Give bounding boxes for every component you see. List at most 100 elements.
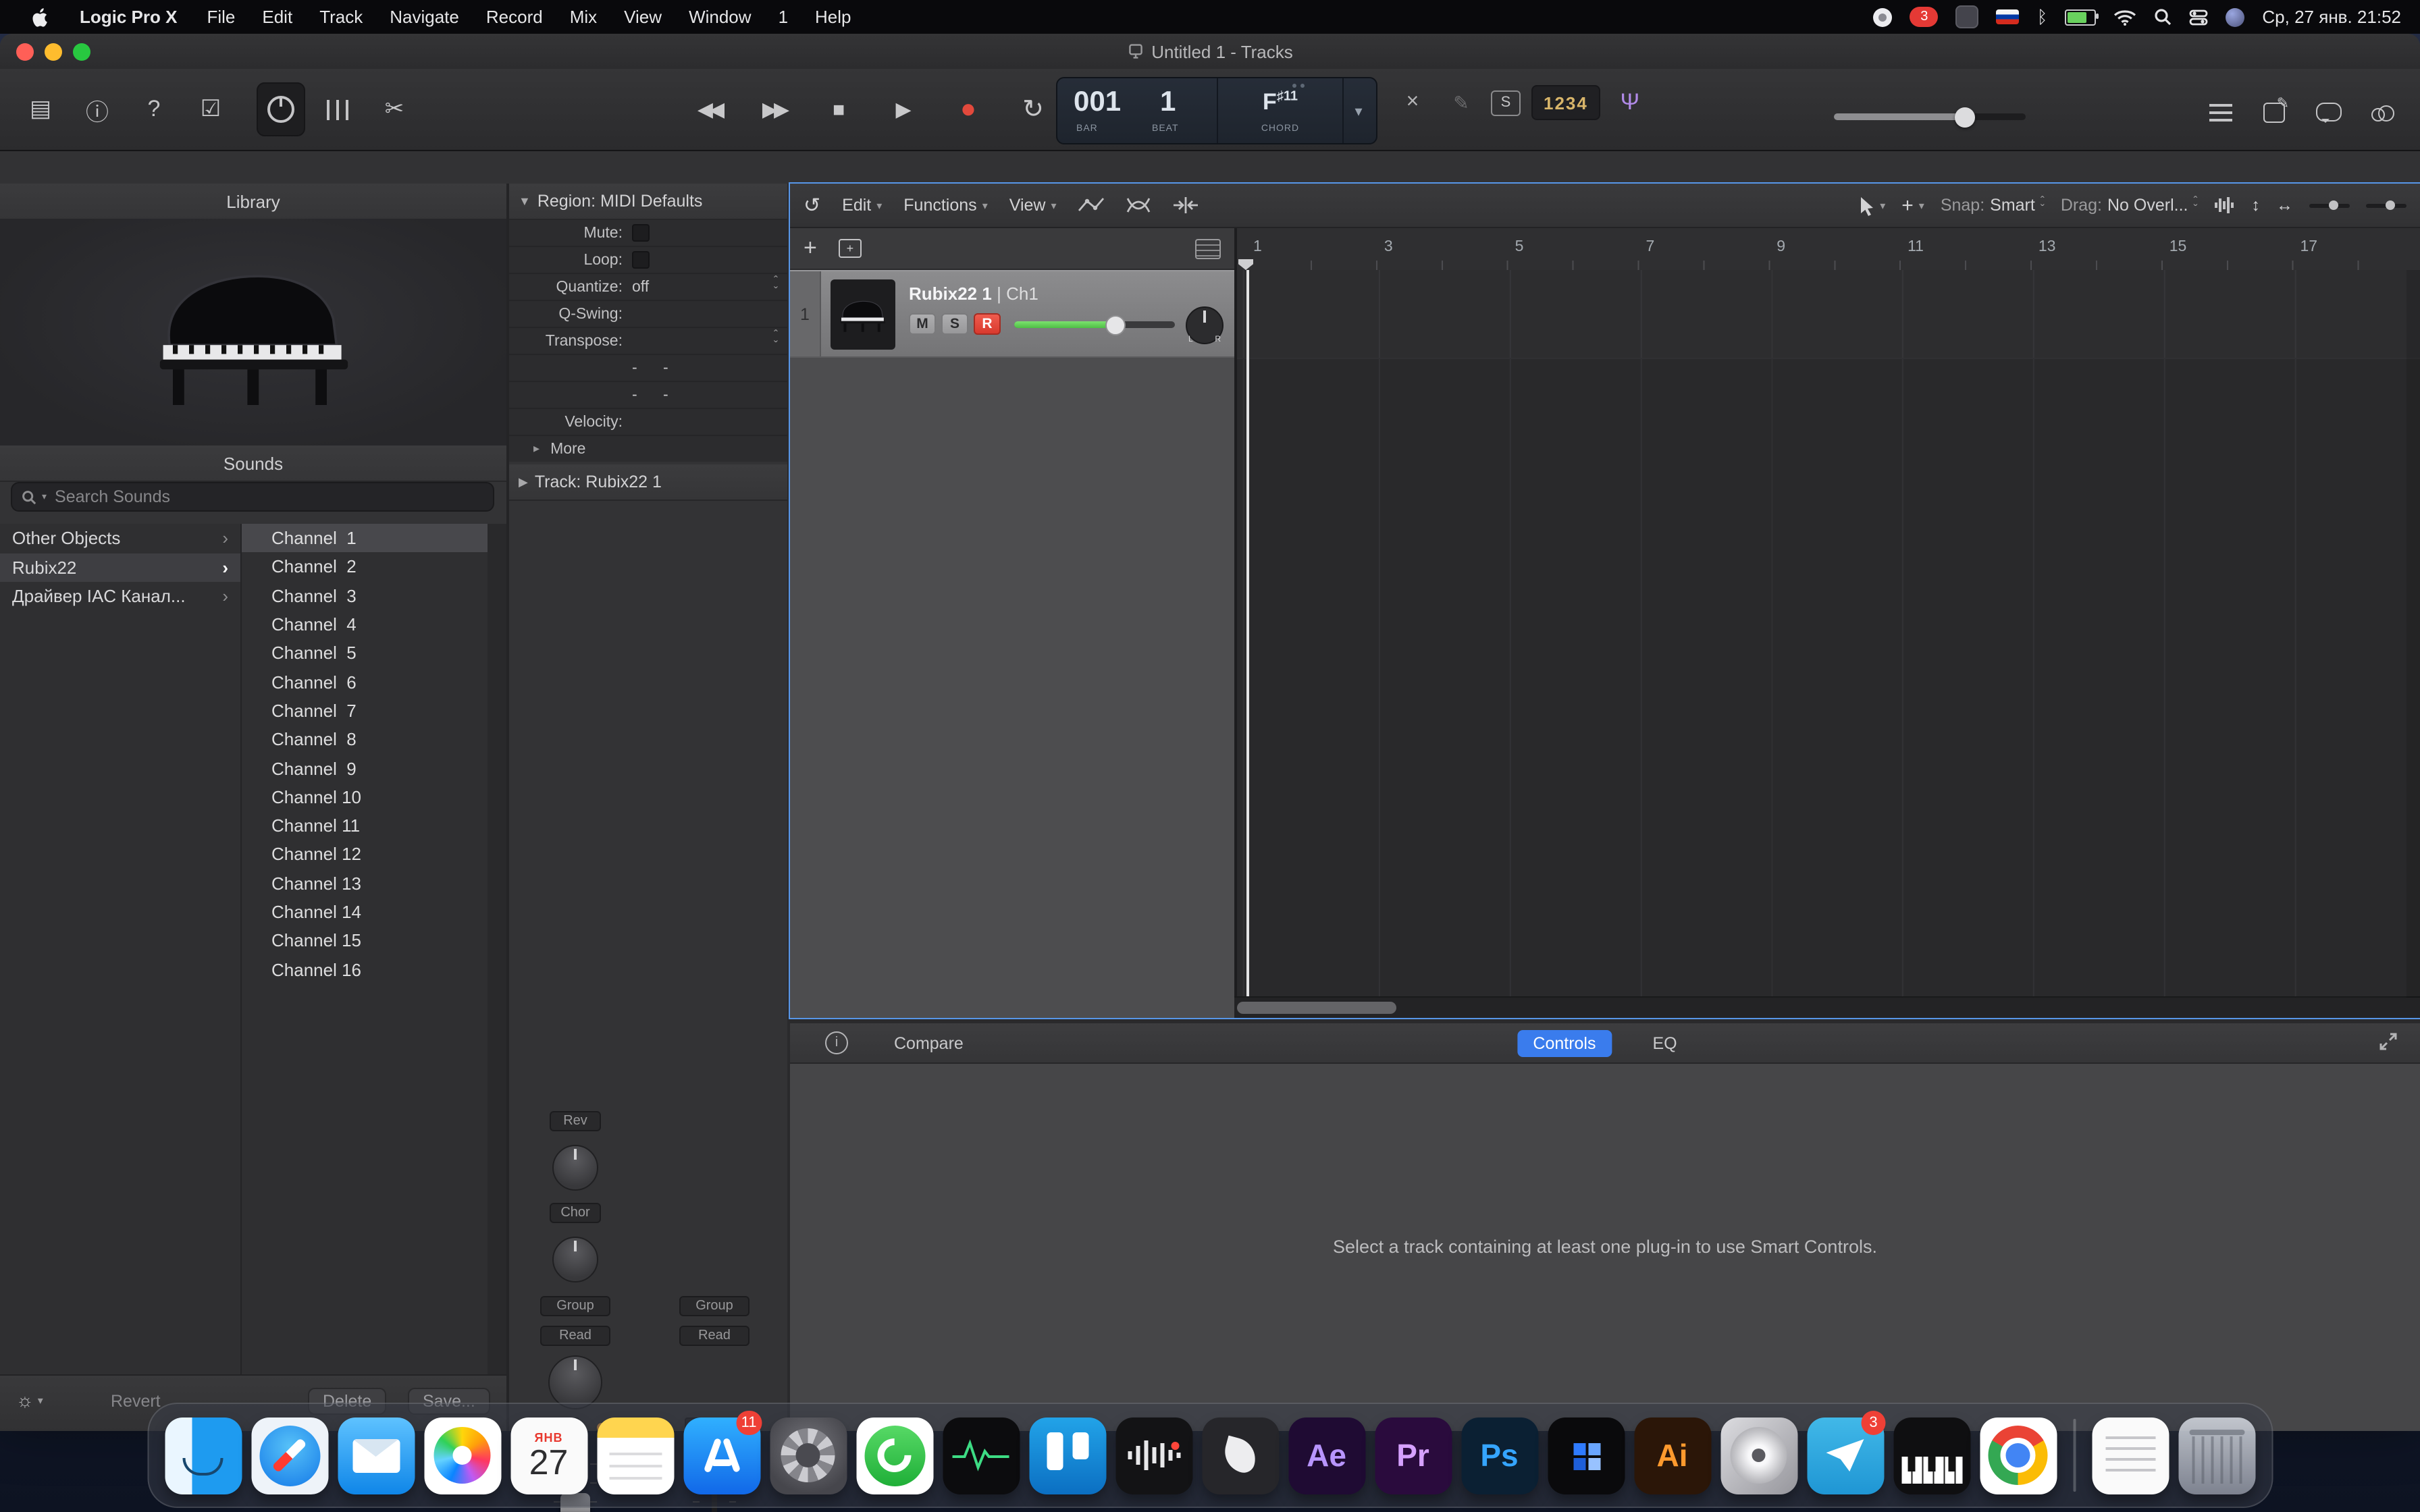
library-search-field[interactable]: ▾ <box>11 482 494 512</box>
scrollbar-thumb[interactable] <box>1237 1002 1396 1014</box>
track-list-background[interactable] <box>790 358 1234 1018</box>
library-channel-row[interactable]: Channel 4 <box>242 610 488 639</box>
apple-menu-icon[interactable] <box>19 0 63 34</box>
region-parameter-row[interactable]: ▸ Quantize: off ˆˇ <box>509 274 787 301</box>
menu-item[interactable]: Window <box>675 0 765 34</box>
count-in-button[interactable]: 1234 <box>1531 85 1600 120</box>
search-input[interactable] <box>52 486 483 508</box>
horizontal-zoom-icon[interactable]: ↔ <box>2276 196 2293 215</box>
reverb-send-knob[interactable] <box>552 1145 598 1191</box>
menu-item[interactable]: Record <box>473 0 556 34</box>
menu-item[interactable]: Edit <box>248 0 306 34</box>
lcd-display[interactable]: 001 1 BAR BEAT F♯11 CHORD ▾ <box>1056 77 1377 144</box>
dock-whatsapp[interactable] <box>854 1411 935 1500</box>
track-inspector-header[interactable]: ▶ Track: Rubix22 1 <box>509 464 787 501</box>
dock-audio-editor[interactable] <box>1113 1411 1194 1500</box>
bluetooth-icon[interactable]: ᛒ <box>2037 7 2048 27</box>
dock-chrome[interactable] <box>1978 1411 2059 1500</box>
quick-help-icon[interactable]: ? <box>130 82 178 136</box>
wifi-icon[interactable] <box>2113 9 2136 25</box>
secondary-tool-menu[interactable]: +▾ <box>1901 194 1924 217</box>
parameter-checkbox[interactable] <box>632 251 650 269</box>
loops-browser-icon[interactable] <box>2304 85 2352 139</box>
dock-illustrator[interactable]: Ai <box>1632 1411 1713 1500</box>
library-channel-row[interactable]: Channel 7 <box>242 697 488 726</box>
play-button[interactable]: ▶ <box>876 85 930 134</box>
parameter-checkbox[interactable] <box>632 224 650 242</box>
swirl-status-icon[interactable] <box>1874 7 1893 26</box>
track-volume-slider[interactable] <box>1014 321 1175 328</box>
library-channel-row[interactable]: Channel 10 <box>242 782 488 811</box>
library-channel-row[interactable]: Channel 3 <box>242 581 488 610</box>
library-channel-row[interactable]: Channel 8 <box>242 725 488 754</box>
parameter-value[interactable]: off <box>632 279 649 295</box>
inspector-toggle-icon[interactable]: ⓘ <box>73 82 122 136</box>
catch-playhead-icon[interactable]: ↺ <box>804 193 820 217</box>
lcd-mode-chevron[interactable]: ▾ <box>1342 78 1373 143</box>
region-inspector-header[interactable]: ▼ Region: MIDI Defaults <box>509 184 787 220</box>
dock-feather-app[interactable] <box>1200 1411 1281 1500</box>
region-parameter-row[interactable]: ▸ More ˆˇ <box>509 436 787 462</box>
drag-menu[interactable]: Drag: No Overl... ˆˇ <box>2061 196 2198 215</box>
lcd-chord-section[interactable]: F♯11 CHORD <box>1218 78 1342 143</box>
waveform-zoom-icon[interactable] <box>2214 196 2236 215</box>
dock-trash[interactable] <box>2177 1411 2258 1500</box>
dock-app-store[interactable]: 11 <box>681 1411 762 1500</box>
dock-trello[interactable] <box>1027 1411 1108 1500</box>
track-solo-button[interactable]: S <box>941 313 968 335</box>
minimize-button[interactable] <box>45 43 62 60</box>
title-bar[interactable]: Untitled 1 - Tracks <box>0 34 2420 70</box>
region-parameter-row[interactable]: ▸ Velocity: ˆˇ <box>509 409 787 436</box>
stepper-icon[interactable]: ˆˇ <box>774 329 778 351</box>
menu-item[interactable]: Help <box>801 0 865 34</box>
library-channel-row[interactable]: Channel 14 <box>242 898 488 927</box>
dock-safari[interactable] <box>249 1411 330 1500</box>
dock-calendar[interactable]: ЯНВ 27 <box>508 1411 589 1500</box>
metronome-button[interactable]: Ψ <box>1611 86 1649 119</box>
region-parameter-row[interactable]: ▸ - - ˆˇ <box>509 382 787 409</box>
forward-button[interactable]: ▶▶ <box>747 85 801 134</box>
menu-item[interactable]: View <box>610 0 675 34</box>
toolbar-toggle-icon[interactable]: ☑ <box>186 82 235 136</box>
automation-mode-button[interactable]: Read <box>679 1326 749 1346</box>
spotlight-search-icon[interactable] <box>2154 8 2172 26</box>
library-scrollbar[interactable] <box>488 524 506 1376</box>
lcd-position-section[interactable]: 001 1 BAR BEAT <box>1057 78 1218 143</box>
dock-premiere[interactable]: Pr <box>1373 1411 1454 1500</box>
disclosure-triangle-icon[interactable]: ▼ <box>519 194 531 208</box>
user-menu-icon[interactable] <box>2226 7 2244 26</box>
library-category-row[interactable]: Rubix22 › <box>0 553 240 582</box>
dock-textedit[interactable] <box>2090 1411 2172 1500</box>
chorus-send-button[interactable]: Chor <box>550 1203 601 1223</box>
dock-pixel-app[interactable] <box>1546 1411 1627 1500</box>
timeline[interactable] <box>1234 270 2420 998</box>
region-parameter-row[interactable]: ▸ Loop: ˆˇ <box>509 247 787 274</box>
dock-notes[interactable] <box>595 1411 676 1500</box>
dock-mail[interactable] <box>336 1411 417 1500</box>
region-parameter-row[interactable]: ▸ Mute: ˆˇ <box>509 220 787 247</box>
panel-resize-icon[interactable] <box>2378 1031 2398 1055</box>
status-app-icon[interactable] <box>1956 5 1979 28</box>
functions-menu[interactable]: Functions▾ <box>903 196 987 215</box>
view-menu[interactable]: View▾ <box>1009 196 1057 215</box>
mixer-toggle-icon[interactable] <box>313 82 362 136</box>
region-parameter-row[interactable]: ▸ - - ˆˇ <box>509 355 787 382</box>
input-language-flag-icon[interactable] <box>1997 9 2020 24</box>
menu-item[interactable]: Mix <box>556 0 610 34</box>
vertical-zoom-slider[interactable] <box>2309 203 2350 207</box>
library-channel-row[interactable]: Channel 1 <box>242 524 488 553</box>
library-action-menu[interactable]: ☼▾ <box>16 1389 43 1411</box>
rewind-button[interactable]: ◀◀ <box>682 85 736 134</box>
close-button[interactable] <box>16 43 34 60</box>
menu-item[interactable]: Track <box>306 0 376 34</box>
parameter-value[interactable]: - - <box>632 387 668 403</box>
note-pads-icon[interactable] <box>2250 85 2298 139</box>
library-channel-row[interactable]: Channel 13 <box>242 869 488 898</box>
dock-photos[interactable] <box>422 1411 503 1500</box>
library-toggle-icon[interactable]: ▤ <box>16 82 65 136</box>
dock-dvd-player[interactable] <box>1718 1411 1799 1500</box>
menu-app-name[interactable]: Logic Pro X <box>66 0 190 34</box>
automation-mode-button[interactable]: Read <box>540 1326 610 1346</box>
parameter-value[interactable]: - - <box>632 360 668 376</box>
cycle-button[interactable]: ↻ <box>1006 85 1060 134</box>
